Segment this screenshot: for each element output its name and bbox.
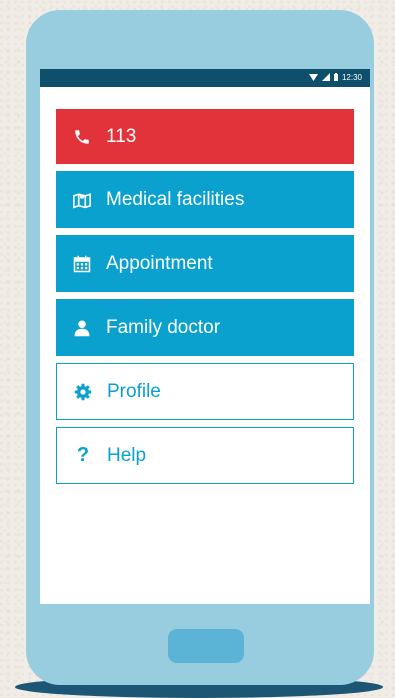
main-menu: 113 Medical facilities Appointment Famil… — [56, 109, 354, 491]
family-doctor-button[interactable]: Family doctor — [56, 299, 354, 356]
map-icon — [72, 190, 92, 210]
emergency-call-button[interactable]: 113 — [56, 109, 354, 164]
calendar-icon — [72, 254, 92, 274]
emergency-call-label: 113 — [106, 125, 137, 147]
status-bar: 12:30 — [40, 69, 370, 87]
family-doctor-label: Family doctor — [106, 316, 221, 338]
medical-facilities-label: Medical facilities — [106, 188, 245, 210]
gear-icon — [73, 382, 93, 402]
status-time: 12:30 — [341, 73, 362, 82]
person-icon — [72, 318, 92, 338]
signal-icon — [321, 73, 330, 83]
appointment-label: Appointment — [106, 252, 213, 274]
help-button[interactable]: ? Help — [56, 427, 354, 484]
profile-label: Profile — [107, 380, 161, 402]
battery-icon — [333, 73, 338, 83]
appointment-button[interactable]: Appointment — [56, 235, 354, 292]
phone-icon — [72, 127, 92, 147]
question-icon: ? — [76, 444, 90, 466]
medical-facilities-button[interactable]: Medical facilities — [56, 171, 354, 228]
wifi-icon — [308, 73, 318, 83]
profile-button[interactable]: Profile — [56, 363, 354, 420]
help-label: Help — [107, 444, 147, 466]
phone-screen: 12:30 113 Medical facilities Appointment — [40, 69, 370, 604]
home-button[interactable] — [168, 629, 244, 663]
